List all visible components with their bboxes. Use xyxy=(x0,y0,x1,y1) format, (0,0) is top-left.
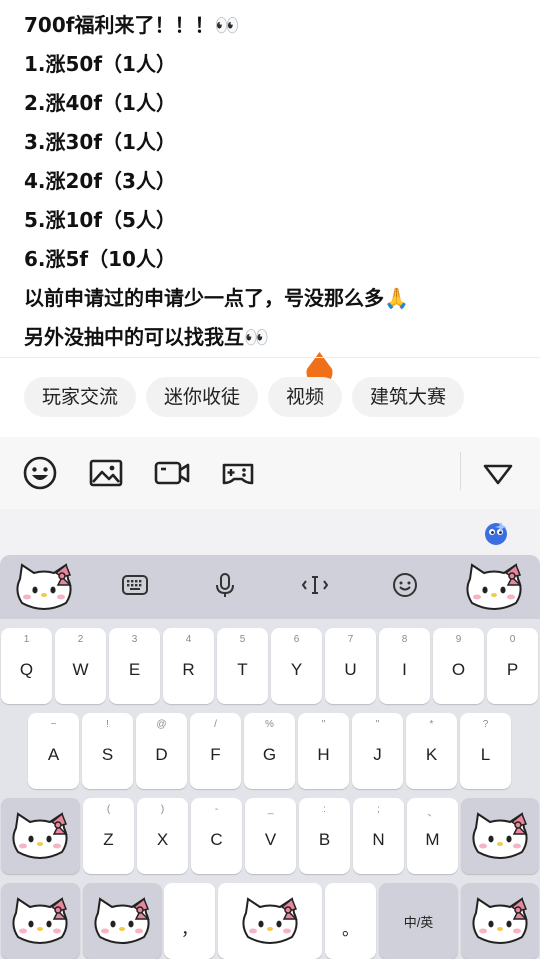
smiley-icon[interactable] xyxy=(390,570,420,600)
key-r[interactable]: 4R xyxy=(163,628,214,704)
keyboard-icon[interactable] xyxy=(120,570,150,600)
key-b[interactable]: :B xyxy=(299,798,350,874)
key-v[interactable]: _ V xyxy=(245,798,296,874)
comma-key[interactable]: ， xyxy=(164,883,215,959)
key-g[interactable]: % G xyxy=(244,713,295,789)
toolbar-separator xyxy=(460,452,461,490)
enter-key[interactable] xyxy=(461,883,539,959)
key-h[interactable]: " H xyxy=(298,713,349,789)
hello-kitty-icon xyxy=(472,812,528,859)
key-s[interactable]: ! S xyxy=(82,713,133,789)
post-line: 3.涨30f（1人） xyxy=(24,130,176,154)
key-x[interactable]: ) X xyxy=(137,798,188,874)
emoji-icon[interactable] xyxy=(22,455,58,491)
post-line: 1.涨50f（1人） xyxy=(24,52,176,76)
hello-kitty-icon xyxy=(472,897,528,944)
collapse-triangle-icon[interactable] xyxy=(480,455,516,491)
video-camera-icon[interactable] xyxy=(154,455,190,491)
hello-kitty-icon xyxy=(94,897,150,944)
key-e[interactable]: 3E xyxy=(109,628,160,704)
gamepad-icon[interactable] xyxy=(220,455,256,491)
hello-kitty-icon xyxy=(12,812,68,859)
key-d[interactable]: @ D xyxy=(136,713,187,789)
compose-toolbar xyxy=(0,437,540,509)
topic-chip[interactable]: 视频 xyxy=(268,377,343,417)
post-line: 4.涨20f（3人） xyxy=(24,169,176,193)
divider xyxy=(0,357,540,358)
topic-chip[interactable]: 迷你收徒 xyxy=(146,377,259,417)
post-content[interactable]: 700f福利来了！！！👀 1.涨50f（1人） 2.涨40f（1人） 3.涨30… xyxy=(24,6,524,357)
image-icon[interactable] xyxy=(88,455,124,491)
numbers-key[interactable] xyxy=(83,883,162,959)
shift-key[interactable] xyxy=(1,798,80,874)
post-line: 5.涨10f（5人） xyxy=(24,208,176,232)
topic-chip[interactable]: 玩家交流 xyxy=(24,377,137,417)
key-z[interactable]: (Z xyxy=(83,798,134,874)
backspace-key[interactable] xyxy=(461,798,539,874)
space-key[interactable] xyxy=(218,883,322,959)
key-l[interactable]: ? L xyxy=(460,713,511,789)
key-k[interactable]: * K xyxy=(406,713,457,789)
key-c[interactable]: -C xyxy=(191,798,242,874)
post-line: 另外没抽中的可以找我互👀 xyxy=(24,325,269,349)
cursor-move-icon[interactable] xyxy=(300,570,330,600)
topic-chip-bar[interactable]: 玩家交流 迷你收徒 视频 建筑大赛 xyxy=(24,377,516,417)
language-switch-key[interactable]: 中/英 xyxy=(379,883,458,959)
post-line: 以前申请过的申请少一点了，号没那么多🙏 xyxy=(24,286,409,310)
key-m[interactable]: 、 M xyxy=(407,798,458,874)
key-j[interactable]: " J xyxy=(352,713,403,789)
period-key[interactable]: 。 xyxy=(325,883,376,959)
key-u[interactable]: 7U xyxy=(325,628,376,704)
topic-chip[interactable]: 建筑大赛 xyxy=(352,377,465,417)
hello-kitty-icon xyxy=(466,563,522,610)
hello-kitty-icon xyxy=(12,897,68,944)
post-line: 2.涨40f（1人） xyxy=(24,91,176,115)
key-q[interactable]: 1Q xyxy=(1,628,52,704)
key-p[interactable]: 0P xyxy=(487,628,538,704)
key-f[interactable]: / F xyxy=(190,713,241,789)
key-i[interactable]: 8I xyxy=(379,628,430,704)
key-w[interactable]: 2W xyxy=(55,628,106,704)
key-t[interactable]: 5T xyxy=(217,628,268,704)
keyboard-toolbar xyxy=(0,555,540,619)
post-line: 700f福利来了！！！👀 xyxy=(24,13,240,37)
key-n[interactable]: ; N xyxy=(353,798,404,874)
key-o[interactable]: 9O xyxy=(433,628,484,704)
key-y[interactable]: 6Y xyxy=(271,628,322,704)
symbols-key[interactable] xyxy=(1,883,80,959)
key-a[interactable]: ~ A xyxy=(28,713,79,789)
assistant-orb-icon[interactable] xyxy=(481,518,511,548)
microphone-icon[interactable] xyxy=(210,570,240,600)
hello-kitty-icon xyxy=(242,897,298,944)
post-line: 6.涨5f（10人） xyxy=(24,247,176,271)
hello-kitty-icon xyxy=(16,563,72,610)
